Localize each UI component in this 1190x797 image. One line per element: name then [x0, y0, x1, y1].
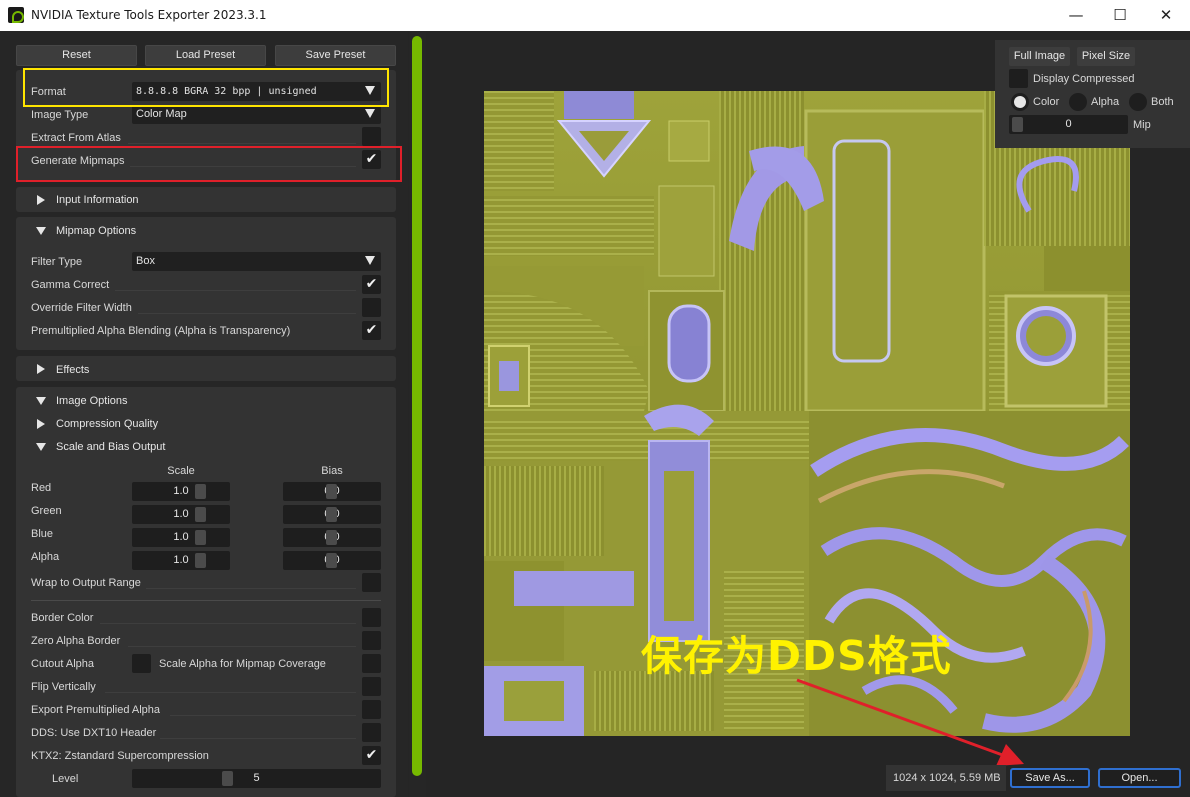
image-info-status: 1024 x 1024, 5.59 MB: [886, 765, 1006, 791]
annotation-arrow-icon: [796, 678, 1024, 766]
open-button[interactable]: Open...: [1098, 768, 1181, 788]
save-as-button[interactable]: Save As...: [1010, 768, 1090, 788]
